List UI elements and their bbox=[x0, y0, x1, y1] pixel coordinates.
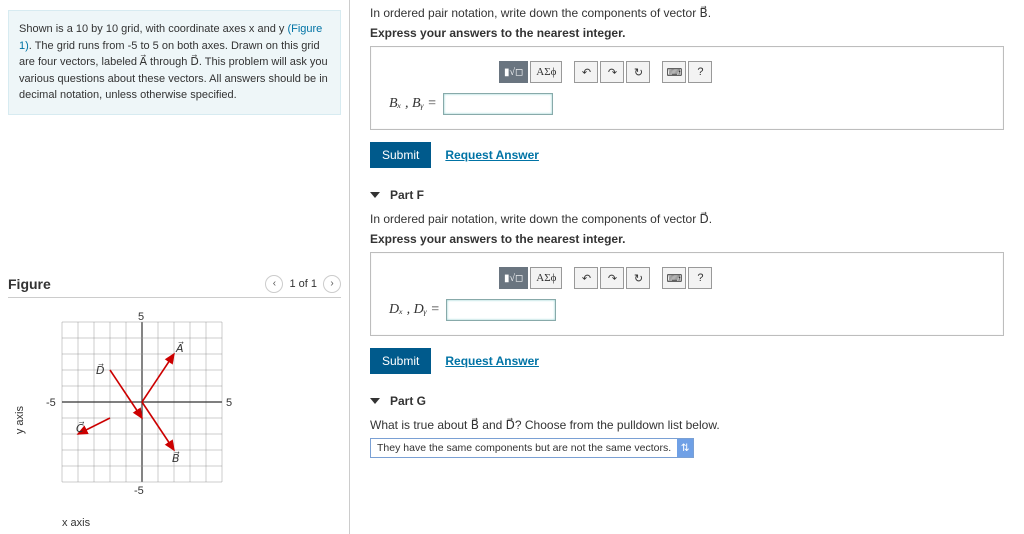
part-e-toolbar: ▮√◻ ΑΣϕ ↶ ↷ ↻ ⌨ ? bbox=[499, 61, 985, 83]
pager-text: 1 of 1 bbox=[289, 278, 317, 290]
part-e-submit-button[interactable]: Submit bbox=[370, 142, 431, 168]
part-f-submit-button[interactable]: Submit bbox=[370, 348, 431, 374]
vector-d-label: D⃗ bbox=[96, 362, 104, 376]
part-f-var-label: Dₓ , Dᵧ = bbox=[389, 302, 440, 318]
undo-button[interactable]: ↶ bbox=[574, 267, 598, 289]
vector-c-label: C⃗ bbox=[76, 420, 84, 434]
vector-a-label: A⃗ bbox=[175, 340, 184, 354]
problem-intro: Shown is a 10 by 10 grid, with coordinat… bbox=[8, 10, 341, 115]
caret-down-icon bbox=[370, 192, 380, 198]
intro-text-2: . The grid runs from -5 to 5 on both axe… bbox=[19, 40, 328, 102]
right-pane: In ordered pair notation, write down the… bbox=[350, 0, 1024, 534]
tick-neg5-left: -5 bbox=[46, 397, 56, 409]
part-e-answer-box: ▮√◻ ΑΣϕ ↶ ↷ ↻ ⌨ ? Bₓ , Bᵧ = bbox=[370, 46, 1004, 130]
part-g-header[interactable]: Part G bbox=[370, 394, 1004, 408]
greek-button[interactable]: ΑΣϕ bbox=[530, 267, 562, 289]
undo-button[interactable]: ↶ bbox=[574, 61, 598, 83]
templates-button[interactable]: ▮√◻ bbox=[499, 61, 528, 83]
keyboard-button[interactable]: ⌨ bbox=[662, 267, 686, 289]
reset-button[interactable]: ↻ bbox=[626, 61, 650, 83]
part-g-selected-option: They have the same components but are no… bbox=[371, 439, 677, 457]
figure-graph: y axis 5 5 bbox=[8, 308, 341, 533]
part-f-title: Part F bbox=[390, 188, 424, 202]
part-g-dropdown[interactable]: They have the same components but are no… bbox=[370, 438, 694, 458]
part-f-request-answer-link[interactable]: Request Answer bbox=[445, 354, 539, 368]
keyboard-button[interactable]: ⌨ bbox=[662, 61, 686, 83]
tick-neg5-bottom: -5 bbox=[134, 485, 144, 497]
intro-text-1: Shown is a 10 by 10 grid, with coordinat… bbox=[19, 23, 284, 35]
part-f-answer-box: ▮√◻ ΑΣϕ ↶ ↷ ↻ ⌨ ? Dₓ , Dᵧ = bbox=[370, 252, 1004, 336]
part-g-title: Part G bbox=[390, 394, 426, 408]
part-e-question: In ordered pair notation, write down the… bbox=[370, 6, 1004, 20]
prev-figure-button[interactable]: ‹ bbox=[265, 275, 283, 293]
part-e-request-answer-link[interactable]: Request Answer bbox=[445, 148, 539, 162]
left-pane: Shown is a 10 by 10 grid, with coordinat… bbox=[0, 0, 350, 534]
tick-5-right: 5 bbox=[226, 397, 232, 409]
caret-down-icon bbox=[370, 398, 380, 404]
help-button[interactable]: ? bbox=[688, 267, 712, 289]
part-g-question: What is true about B⃗ and D⃗? Choose fro… bbox=[370, 418, 1004, 432]
part-f-question: In ordered pair notation, write down the… bbox=[370, 212, 1004, 226]
figure-pager: ‹ 1 of 1 › bbox=[265, 275, 341, 293]
part-e-instruction: Express your answers to the nearest inte… bbox=[370, 26, 1004, 40]
next-figure-button[interactable]: › bbox=[323, 275, 341, 293]
figure-title: Figure bbox=[8, 276, 51, 292]
help-button[interactable]: ? bbox=[688, 61, 712, 83]
part-f-toolbar: ▮√◻ ΑΣϕ ↶ ↷ ↻ ⌨ ? bbox=[499, 267, 985, 289]
dropdown-arrow-icon: ⇅ bbox=[677, 439, 693, 457]
part-f-answer-input[interactable] bbox=[446, 299, 556, 321]
vector-grid-svg: 5 5 -5 -5 A⃗ B⃗ C⃗ bbox=[32, 312, 232, 512]
redo-button[interactable]: ↷ bbox=[600, 267, 624, 289]
x-axis-label: x axis bbox=[62, 517, 232, 529]
part-f-instruction: Express your answers to the nearest inte… bbox=[370, 232, 1004, 246]
greek-button[interactable]: ΑΣϕ bbox=[530, 61, 562, 83]
vector-b-label: B⃗ bbox=[172, 450, 180, 464]
part-e-answer-input[interactable] bbox=[443, 93, 553, 115]
part-e-var-label: Bₓ , Bᵧ = bbox=[389, 96, 437, 112]
tick-5-top: 5 bbox=[138, 312, 144, 323]
templates-button[interactable]: ▮√◻ bbox=[499, 267, 528, 289]
part-f-header[interactable]: Part F bbox=[370, 188, 1004, 202]
reset-button[interactable]: ↻ bbox=[626, 267, 650, 289]
figure-header: Figure ‹ 1 of 1 › bbox=[8, 275, 341, 298]
redo-button[interactable]: ↷ bbox=[600, 61, 624, 83]
y-axis-label: y axis bbox=[14, 406, 26, 434]
